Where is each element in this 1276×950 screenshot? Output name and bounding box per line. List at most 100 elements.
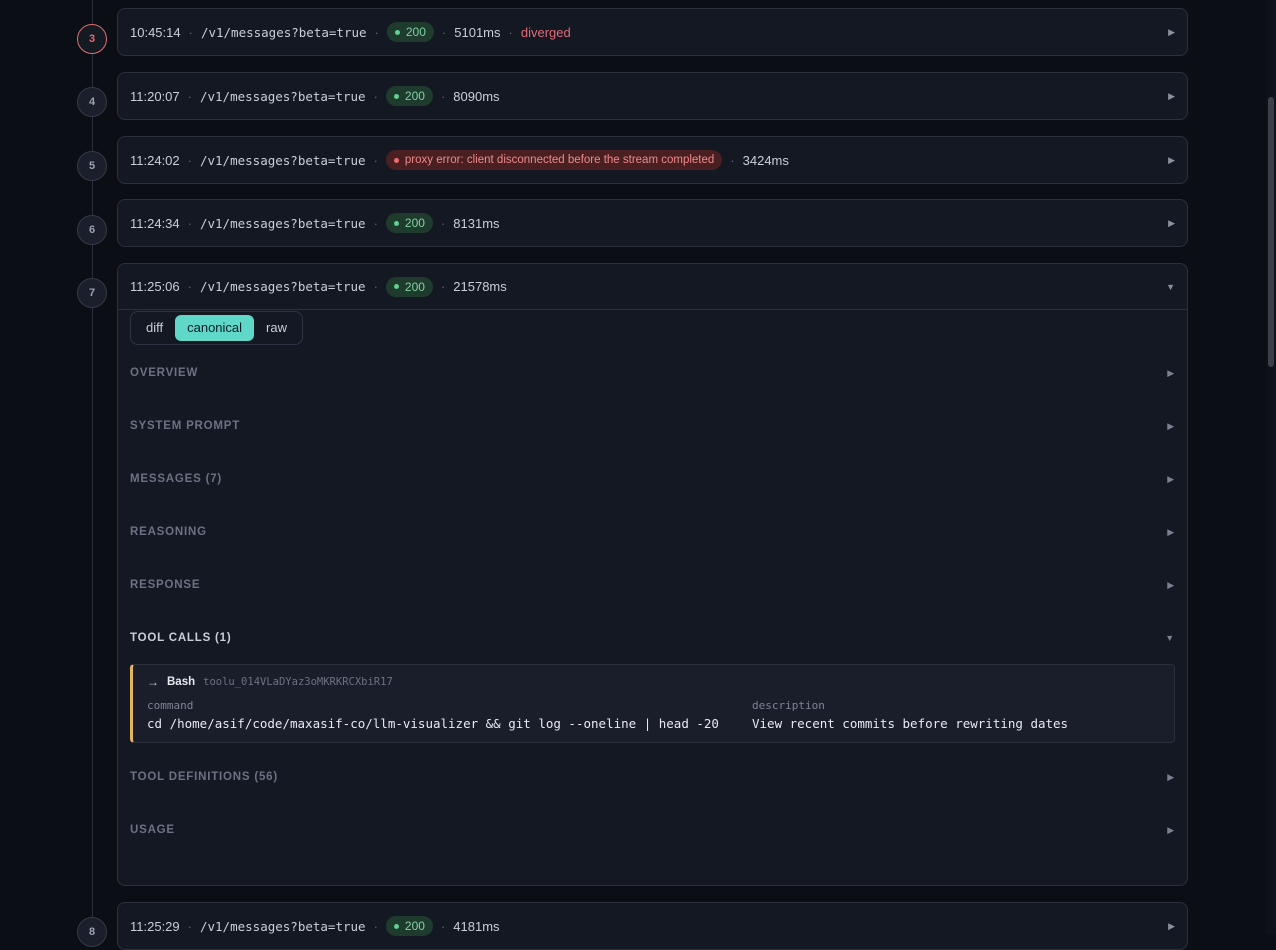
request-card[interactable]: 11:24:34 · /v1/messages?beta=true · 200 … xyxy=(117,199,1188,247)
request-header[interactable]: 10:45:14 · /v1/messages?beta=true · 200 … xyxy=(118,9,1187,55)
chevron-right-icon[interactable]: ▶ xyxy=(1168,155,1175,166)
separator: · xyxy=(373,215,378,231)
chevron-right-icon[interactable]: ▶ xyxy=(1168,27,1175,38)
status-text: 200 xyxy=(404,89,425,103)
request-duration: 8090ms xyxy=(453,88,500,104)
separator: · xyxy=(440,279,446,294)
request-time: 11:25:29 xyxy=(130,918,180,934)
request-duration: 21578ms xyxy=(453,279,507,294)
status-badge: 200 xyxy=(385,276,433,297)
section-usage[interactable]: USAGE ▶ xyxy=(130,820,1175,840)
separator: · xyxy=(440,918,446,934)
request-card[interactable]: 11:20:07 · /v1/messages?beta=true · 200 … xyxy=(117,72,1188,120)
request-path: /v1/messages?beta=true xyxy=(200,24,367,40)
chevron-right-icon: ▶ xyxy=(1167,367,1175,378)
request-time: 11:24:34 xyxy=(130,215,180,231)
separator: · xyxy=(508,24,513,40)
section-reasoning[interactable]: REASONING ▶ xyxy=(130,522,1175,542)
tool-call-card: → Bash toolu_014VLaDYaz3oMKRKRCXbiR17 co… xyxy=(130,664,1175,743)
request-header[interactable]: 11:25:06 · /v1/messages?beta=true · 200 … xyxy=(118,264,1187,310)
separator: · xyxy=(441,24,447,40)
section-label: OVERVIEW xyxy=(130,367,199,379)
tab-raw[interactable]: raw xyxy=(254,315,299,341)
timeline-node[interactable]: 7 xyxy=(77,278,107,308)
separator: · xyxy=(440,215,446,231)
request-header[interactable]: 11:24:34 · /v1/messages?beta=true · 200 … xyxy=(118,200,1187,246)
error-badge: proxy error: client disconnected before … xyxy=(385,150,723,170)
timeline-node[interactable]: 3 xyxy=(77,24,107,54)
request-time: 11:25:06 xyxy=(130,279,180,294)
section-response[interactable]: RESPONSE ▶ xyxy=(130,575,1175,595)
request-duration: 8131ms xyxy=(453,215,500,231)
tab-canonical[interactable]: canonical xyxy=(175,315,255,341)
tool-call-header: → Bash toolu_014VLaDYaz3oMKRKRCXbiR17 xyxy=(147,675,393,689)
timeline-node[interactable]: 5 xyxy=(77,151,107,181)
request-duration: 5101ms xyxy=(454,24,501,40)
separator: · xyxy=(188,24,193,40)
section-label: MESSAGES (7) xyxy=(130,473,223,485)
separator: · xyxy=(373,152,378,168)
status-dot xyxy=(393,923,399,929)
request-path: /v1/messages?beta=true xyxy=(199,88,366,104)
separator: · xyxy=(373,918,378,934)
chevron-right-icon: ▶ xyxy=(1167,579,1175,590)
timeline-line xyxy=(92,0,93,934)
chevron-right-icon: ▶ xyxy=(1167,420,1175,431)
chevron-down-icon[interactable]: ▼ xyxy=(1166,282,1175,292)
status-dot xyxy=(393,220,399,226)
status-text: 200 xyxy=(404,216,425,230)
request-header[interactable]: 11:25:29 · /v1/messages?beta=true · 200 … xyxy=(118,903,1187,949)
section-label: SYSTEM PROMPT xyxy=(130,420,241,432)
timeline-node[interactable]: 4 xyxy=(77,87,107,117)
chevron-right-icon: ▶ xyxy=(1167,526,1175,537)
status-dot xyxy=(393,284,399,289)
timeline-node[interactable]: 6 xyxy=(77,215,107,245)
separator: · xyxy=(187,88,192,104)
request-path: /v1/messages?beta=true xyxy=(199,279,366,294)
request-time: 10:45:14 xyxy=(130,24,181,40)
section-label: RESPONSE xyxy=(130,579,201,591)
arrow-right-icon: → xyxy=(147,675,159,689)
section-messages[interactable]: MESSAGES (7) ▶ xyxy=(130,469,1175,489)
separator: · xyxy=(187,152,192,168)
request-header[interactable]: 11:24:02 · /v1/messages?beta=true · prox… xyxy=(118,137,1187,183)
separator: · xyxy=(374,24,379,40)
section-label: USAGE xyxy=(130,824,175,836)
section-tool-calls[interactable]: TOOL CALLS (1) ▼ xyxy=(130,628,1175,648)
separator: · xyxy=(440,88,446,104)
status-badge: 200 xyxy=(386,22,434,42)
request-card[interactable]: 11:24:02 · /v1/messages?beta=true · prox… xyxy=(117,136,1188,184)
request-time: 11:24:02 xyxy=(130,152,180,168)
request-header[interactable]: 11:20:07 · /v1/messages?beta=true · 200 … xyxy=(118,73,1187,119)
status-dot xyxy=(393,93,399,99)
error-text: proxy error: client disconnected before … xyxy=(404,154,715,166)
request-card[interactable]: 11:25:29 · /v1/messages?beta=true · 200 … xyxy=(117,902,1188,950)
section-label: TOOL DEFINITIONS (56) xyxy=(130,771,278,783)
scrollbar-thumb[interactable] xyxy=(1268,97,1274,367)
section-system-prompt[interactable]: SYSTEM PROMPT ▶ xyxy=(130,416,1175,436)
tab-diff[interactable]: diff xyxy=(134,315,175,341)
section-tool-definitions[interactable]: TOOL DEFINITIONS (56) ▶ xyxy=(130,767,1175,787)
chevron-right-icon: ▶ xyxy=(1167,771,1175,782)
section-overview[interactable]: OVERVIEW ▶ xyxy=(130,363,1175,383)
request-duration: 3424ms xyxy=(742,152,789,168)
section-label: REASONING xyxy=(130,526,207,538)
separator: · xyxy=(187,279,192,294)
separator: · xyxy=(373,88,378,104)
status-dot xyxy=(394,29,400,35)
diverged-flag: diverged xyxy=(520,24,571,40)
timeline-node[interactable]: 8 xyxy=(77,917,107,947)
command-label: command xyxy=(147,699,194,712)
chevron-right-icon[interactable]: ▶ xyxy=(1168,921,1175,932)
description-value: View recent commits before rewriting dat… xyxy=(752,716,1069,731)
separator: · xyxy=(730,152,735,168)
request-card[interactable]: 10:45:14 · /v1/messages?beta=true · 200 … xyxy=(117,8,1188,56)
command-value: cd /home/asif/code/maxasif-co/llm-visual… xyxy=(147,716,719,731)
chevron-down-icon: ▼ xyxy=(1165,633,1175,643)
chevron-right-icon[interactable]: ▶ xyxy=(1168,218,1175,229)
section-label: TOOL CALLS (1) xyxy=(130,632,232,644)
scrollbar-track[interactable] xyxy=(1266,0,1276,934)
chevron-right-icon[interactable]: ▶ xyxy=(1168,91,1175,102)
status-text: 200 xyxy=(405,25,426,39)
status-text: 200 xyxy=(404,279,425,294)
